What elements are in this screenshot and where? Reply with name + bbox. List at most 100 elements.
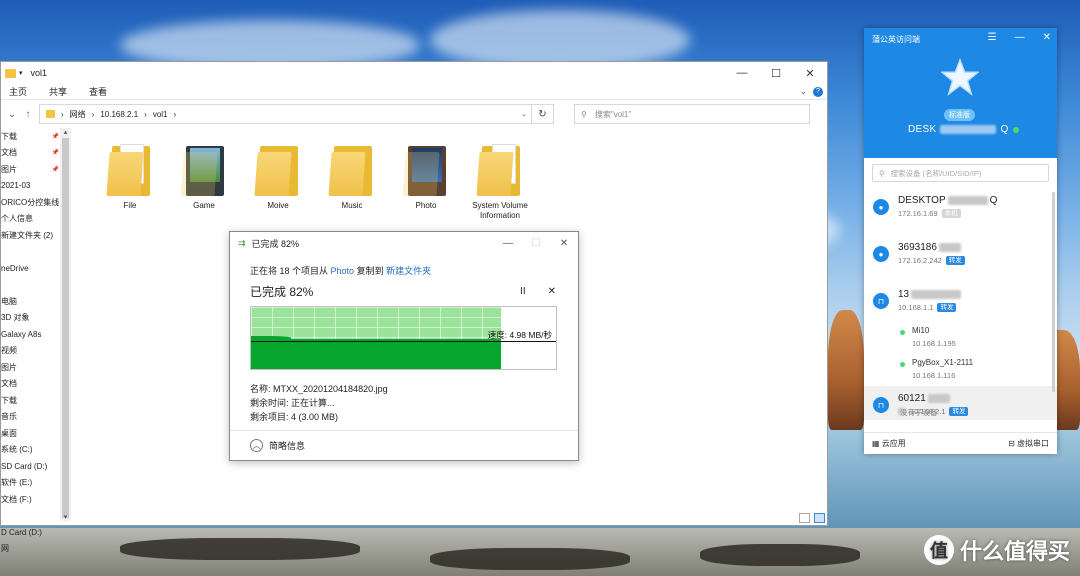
- search-icon: ⚲: [581, 109, 587, 119]
- address-row: ⌄ ↑ › 网络 › 10.168.2.1 › vol1 › ⌄ ↻ ⚲ 搜索"…: [1, 100, 827, 128]
- copy-progress-dialog: ⇉ 已完成 82% — ☐ ✕ 正在将 18 个项目从 Photo 复制到 新建…: [229, 231, 579, 461]
- folder-icon: [254, 140, 300, 198]
- device-search-input[interactable]: ⚲ 搜索设备 (名称/UID/SID/IP): [872, 164, 1049, 182]
- ribbon-expand-icon[interactable]: ⌄: [799, 86, 807, 97]
- current-file-name: 名称: MTXX_20201204184820.jpg: [250, 384, 388, 394]
- watermark-logo: 值: [923, 535, 954, 565]
- dropdown-icon[interactable]: ⌄: [7, 109, 17, 120]
- address-history-icon[interactable]: ⌄: [521, 110, 527, 118]
- stop-button[interactable]: ✕: [548, 286, 556, 297]
- pin-icon: 📌: [51, 166, 59, 173]
- pause-button[interactable]: II: [520, 286, 526, 297]
- folder-item[interactable]: Music: [315, 140, 389, 221]
- refresh-icon[interactable]: ↻: [531, 105, 553, 123]
- sidebar-item[interactable]: 网: [1, 541, 71, 558]
- cloud-apps-button[interactable]: ▦ 云应用: [872, 438, 906, 449]
- subdevice-row[interactable]: Mi10 10.168.1.195: [864, 322, 1057, 354]
- edition-badge: 标准版: [944, 109, 975, 121]
- panel-close-button[interactable]: ✕: [1043, 32, 1051, 43]
- panel-footer: ▦ 云应用 ⊟ 虚拟串口: [864, 432, 1057, 454]
- source-link[interactable]: Photo: [331, 266, 355, 276]
- scroll-down-icon[interactable]: ▾: [60, 513, 71, 521]
- router-icon: ⊓: [873, 397, 889, 413]
- folder-label: Photo: [415, 201, 437, 210]
- menu-icon[interactable]: ☰: [988, 32, 997, 43]
- dialog-close-button[interactable]: ✕: [550, 238, 578, 249]
- router-icon: ⊓: [873, 293, 889, 309]
- panel-header: 蒲公英访问端 ☰ — ✕ 标准版 DESK Q: [864, 28, 1057, 158]
- sidebar-scrollbar[interactable]: ▴ ▾: [60, 128, 71, 521]
- help-icon[interactable]: ?: [813, 86, 823, 97]
- star-logo-icon: [941, 58, 979, 96]
- search-input[interactable]: ⚲ 搜索"vol1": [574, 104, 810, 124]
- subdevice-row[interactable]: PgyBox_X1-2111 10.168.1.116: [864, 354, 1057, 386]
- breadcrumb-host[interactable]: 10.168.2.1: [100, 110, 138, 119]
- dialog-title: 已完成 82%: [251, 238, 300, 249]
- relay-tag: 转发: [945, 256, 965, 265]
- tab-home[interactable]: 主页: [9, 85, 27, 98]
- copy-details: 名称: MTXX_20201204184820.jpg 剩余时间: 正在计算..…: [250, 382, 558, 424]
- large-icons-view-icon[interactable]: [814, 513, 825, 523]
- dialog-titlebar: ⇉ 已完成 82% — ☐ ✕: [230, 232, 578, 254]
- destination-link[interactable]: 新建文件夹: [386, 266, 431, 276]
- chevron-up-icon: ︿: [250, 439, 263, 452]
- scrollbar-thumb[interactable]: [62, 138, 69, 518]
- folder-item[interactable]: PDF File: [93, 140, 167, 221]
- folder-label: Music: [341, 201, 363, 210]
- device-row[interactable]: ● DESKTOP Q 172.16.1.69 本机: [864, 188, 1057, 235]
- speed-graph: 速度: 4.98 MB/秒: [250, 306, 557, 370]
- device-list-scrollbar[interactable]: [1052, 192, 1055, 392]
- folder-label: Moive: [267, 201, 289, 210]
- device-row[interactable]: ⊓ 13 10.168.1.1 转发: [864, 282, 1057, 322]
- remaining-time: 剩余时间: 正在计算...: [250, 398, 335, 408]
- quick-access-dropdown-icon[interactable]: ▾: [19, 69, 23, 77]
- folder-icon: [328, 140, 374, 198]
- dialog-minimize-button[interactable]: —: [494, 238, 522, 249]
- folder-icon: [180, 140, 226, 198]
- folder-item[interactable]: Moive: [241, 140, 315, 221]
- breadcrumb-vol1[interactable]: vol1: [153, 110, 168, 119]
- panel-title: 蒲公英访问端: [872, 35, 920, 44]
- ribbon-tabs: 主页 共享 查看 ⌄ ?: [1, 84, 827, 100]
- device-row[interactable]: ● 3693186 172.16.2.242 转发: [864, 235, 1057, 282]
- network-folder-icon: [46, 110, 55, 118]
- remaining-items: 剩余项目: 4 (3.00 MB): [250, 412, 339, 422]
- relay-tag: 转发: [949, 407, 969, 416]
- relay-tag: 转发: [937, 303, 957, 312]
- view-toggle: [799, 513, 825, 523]
- local-device-name: DESK Q: [908, 124, 1019, 135]
- virtual-serial-button[interactable]: ⊟ 虚拟串口: [1008, 438, 1049, 449]
- tab-view[interactable]: 查看: [89, 85, 107, 98]
- close-button[interactable]: ✕: [793, 62, 827, 84]
- folder-label: System Volume Information: [472, 201, 528, 220]
- pin-icon: 📌: [51, 133, 59, 140]
- less-details-label: 简略信息: [269, 441, 306, 451]
- window-title: vol1: [30, 68, 48, 78]
- up-arrow-icon[interactable]: ↑: [23, 109, 33, 120]
- pin-icon: 📌: [51, 150, 59, 157]
- scroll-up-icon[interactable]: ▴: [60, 128, 71, 136]
- folder-item[interactable]: Game: [167, 140, 241, 221]
- folder-icon: [402, 140, 448, 198]
- minimize-button[interactable]: —: [725, 62, 759, 84]
- search-icon: ⚲: [879, 168, 885, 178]
- no-subdevice-text: 没有子设备: [900, 408, 938, 417]
- online-status-dot: [900, 362, 905, 367]
- maximize-button[interactable]: ☐: [759, 62, 793, 84]
- tab-share[interactable]: 共享: [49, 85, 67, 98]
- serial-port-icon: ⊟: [1008, 439, 1015, 448]
- folder-item[interactable]: System Volume Information: [463, 140, 537, 221]
- address-bar[interactable]: › 网络 › 10.168.2.1 › vol1 › ⌄ ↻: [39, 104, 554, 124]
- panel-minimize-button[interactable]: —: [1015, 32, 1025, 43]
- dialog-maximize-button[interactable]: ☐: [522, 238, 550, 249]
- sidebar-item[interactable]: D Card (D:): [1, 524, 71, 541]
- speed-area: [251, 339, 501, 369]
- folder-icon: [5, 68, 16, 78]
- details-view-icon[interactable]: [799, 513, 810, 523]
- less-details-toggle[interactable]: ︿ 简略信息: [230, 430, 578, 460]
- device-row-selected[interactable]: ⊓ 60121 10.168.2.1 转发: [864, 386, 1057, 420]
- apps-icon: ▦: [872, 439, 880, 448]
- folder-item[interactable]: Photo: [389, 140, 463, 221]
- breadcrumb-network[interactable]: 网络: [70, 109, 86, 120]
- user-icon: ●: [873, 246, 889, 262]
